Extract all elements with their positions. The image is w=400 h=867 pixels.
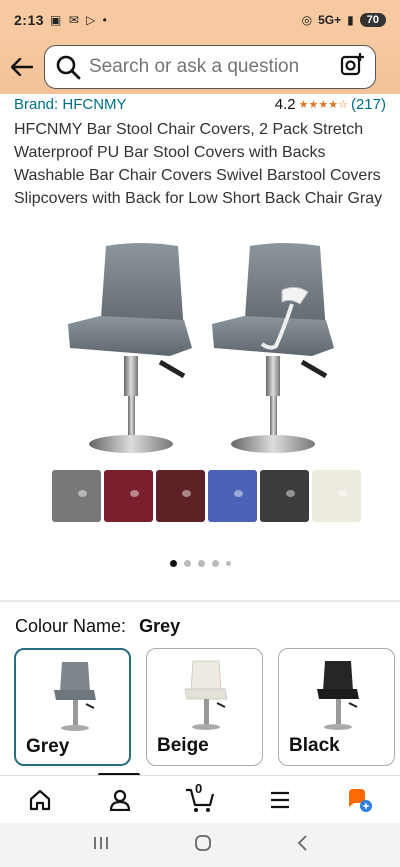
stool-right [212, 243, 334, 453]
carousel-dot[interactable] [197, 560, 205, 567]
colour-name-row: Colour Name: Grey [15, 616, 180, 637]
carousel-dot[interactable] [225, 561, 231, 566]
signal-icon: ▮ [347, 13, 354, 27]
back-arrow-icon[interactable] [0, 52, 44, 83]
swatch-strip [52, 470, 361, 522]
search-icon [55, 54, 81, 80]
section-divider [0, 600, 400, 602]
status-bar: 2:13 ▣ ✉ ▷ • ◎ 5G+ ▮ 70 [0, 0, 400, 40]
battery-icon: 70 [359, 13, 386, 27]
menu-icon[interactable] [260, 780, 300, 820]
cart-icon[interactable]: 0 [180, 780, 220, 820]
colour-option-label: Black [289, 735, 340, 756]
colour-option-label: Beige [157, 735, 209, 756]
back-button-icon[interactable] [296, 834, 308, 857]
account-icon[interactable] [100, 780, 140, 820]
product-image[interactable] [0, 238, 400, 468]
camera-lens-icon[interactable] [339, 52, 365, 83]
colour-option-label: Grey [26, 736, 70, 757]
black-stool-image [317, 661, 359, 730]
colour-label: Colour Name: [15, 616, 127, 636]
recent-apps-icon[interactable] [92, 835, 110, 856]
bottom-nav: 0 [0, 775, 400, 823]
header [0, 40, 400, 94]
cart-count: 0 [195, 780, 203, 796]
colour-option-grey[interactable]: Grey [14, 648, 131, 766]
home-button-icon[interactable] [194, 834, 212, 857]
network-label: 5G+ [318, 13, 342, 27]
ai-assistant-icon[interactable] [340, 780, 380, 820]
home-icon[interactable] [20, 780, 60, 820]
status-time: 2:13 [14, 12, 45, 28]
stool-left [68, 243, 192, 453]
swatch-thumbnail[interactable] [208, 470, 257, 522]
rating[interactable]: 4.2 ★★★★☆ (217) [275, 96, 386, 113]
search-box[interactable] [44, 45, 376, 89]
search-input[interactable] [89, 56, 339, 78]
carousel-dots [0, 560, 400, 567]
carousel-dot[interactable] [169, 560, 177, 567]
product-title: HFCNMY Bar Stool Chair Covers, 2 Pack St… [14, 121, 383, 207]
swatch-thumbnail[interactable] [312, 470, 361, 522]
beige-stool-image [184, 660, 228, 730]
colour-value: Grey [139, 616, 181, 636]
carousel-dot[interactable] [211, 560, 219, 567]
review-count[interactable]: (217) [351, 96, 386, 113]
system-nav-bar [0, 823, 400, 867]
swatch-thumbnail[interactable] [104, 470, 153, 522]
colour-options: Grey Beige Black [14, 648, 395, 766]
swatch-thumbnail[interactable] [156, 470, 205, 522]
colour-option-beige[interactable]: Beige [146, 648, 263, 766]
brand-link[interactable]: Brand: HFCNMY [14, 96, 127, 113]
star-rating-icon: ★★★★☆ [298, 99, 348, 111]
swatch-thumbnail[interactable] [260, 470, 309, 522]
hotspot-icon: ◎ [301, 13, 313, 27]
swatch-thumbnail[interactable] [52, 470, 101, 522]
notification-icons: ▣ ✉ ▷ • [50, 13, 109, 27]
carousel-dot[interactable] [183, 560, 191, 567]
status-right: ◎ 5G+ ▮ 70 [302, 13, 386, 27]
brand-rating-row: Brand: HFCNMY 4.2 ★★★★☆ (217) [14, 96, 386, 113]
rating-value: 4.2 [274, 96, 296, 113]
grey-stool-image [54, 662, 96, 731]
colour-option-black[interactable]: Black [278, 648, 395, 766]
